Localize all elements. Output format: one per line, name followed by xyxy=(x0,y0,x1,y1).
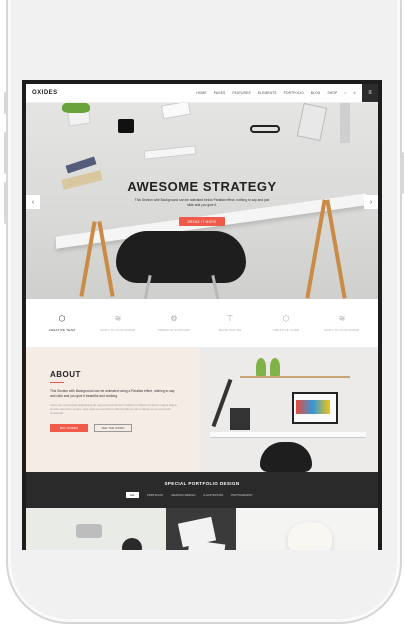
about-body-text: Anam est, consectetur adipisicing elit, … xyxy=(50,403,178,416)
desk-leg xyxy=(305,199,327,299)
top-nav: OXIDES HOME PAGES FEATURES ELEMENTS PORT… xyxy=(26,84,378,103)
shelf-image xyxy=(240,376,350,378)
buy-button[interactable]: BUY OXIDES xyxy=(50,423,88,432)
brush-icon: ⊤ xyxy=(226,314,234,323)
filter-illustration[interactable]: ILLUSTRATION xyxy=(203,493,223,497)
feature-item[interactable]: ≋ EASY TO CUSTOMIZE xyxy=(316,314,368,332)
about-buttons: BUY OXIDES SEE THE WORK xyxy=(50,423,200,432)
business-card-image xyxy=(186,539,226,550)
hero-slider: AWESOME STRATEGY This Section with Backg… xyxy=(26,103,378,299)
hero-cta-button[interactable]: BREAK IT MORE xyxy=(179,217,225,226)
about-lead-text: This Section with Background can be anim… xyxy=(50,389,175,398)
stack-icon: ≋ xyxy=(338,314,346,323)
monitor-screen-image xyxy=(296,400,330,414)
website: OXIDES HOME PAGES FEATURES ELEMENTS PORT… xyxy=(26,84,378,550)
menu-item-pages[interactable]: PAGES xyxy=(214,91,226,95)
chair-image xyxy=(116,231,246,283)
tin-image xyxy=(76,524,102,538)
glasses-image xyxy=(250,125,280,133)
feature-label: EASY TO CUSTOMIZE xyxy=(324,328,360,332)
desk-leg xyxy=(325,199,347,299)
feature-label: EASY TO CUSTOMIZE xyxy=(100,328,136,332)
feature-label: MADE ONLINE xyxy=(218,328,242,332)
books-image xyxy=(230,408,250,430)
about-section: ABOUT This Section with Background can b… xyxy=(26,348,378,472)
volume-down-button xyxy=(4,182,7,224)
main-menu: HOME PAGES FEATURES ELEMENTS PORTFOLIO B… xyxy=(196,91,356,95)
feature-label: CREATIVE TEAM xyxy=(48,328,76,332)
hero-subtitle: This Section with Background can be acti… xyxy=(134,198,270,207)
pen-cup-image xyxy=(118,119,134,133)
workspace-photo xyxy=(200,348,378,472)
feature-item[interactable]: ⊤ MADE ONLINE xyxy=(204,314,256,332)
feature-label: PREMIUM SUPPORT xyxy=(157,328,191,332)
desk-image xyxy=(210,432,366,438)
see-work-button[interactable]: SEE THE WORK xyxy=(94,423,132,432)
chair-image xyxy=(260,442,312,472)
gear-icon: ⚙ xyxy=(170,314,178,323)
search-icon[interactable]: ⚲ xyxy=(353,91,356,95)
cart-icon[interactable]: ⌂ xyxy=(344,91,346,95)
feature-item[interactable]: ⬡ CREATIVE CODE xyxy=(260,314,312,332)
menu-item-portfolio[interactable]: PORTFOLIO xyxy=(284,91,304,95)
stamp-image xyxy=(122,538,142,550)
stack-icon: ≋ xyxy=(114,314,122,323)
portfolio-item[interactable] xyxy=(26,508,166,550)
feature-item[interactable]: ≋ EASY TO CUSTOMIZE xyxy=(92,314,144,332)
hero-title: AWESOME STRATEGY xyxy=(127,179,277,194)
menu-item-features[interactable]: FEATURES xyxy=(232,91,250,95)
slider-prev-arrow[interactable]: ‹ xyxy=(26,195,40,209)
about-title: ABOUT xyxy=(50,370,81,379)
menu-item-blog[interactable]: BLOG xyxy=(311,91,321,95)
menu-item-elements[interactable]: ELEMENTS xyxy=(258,91,277,95)
book-image xyxy=(65,156,97,174)
lamp-image xyxy=(288,522,332,550)
portfolio-gallery xyxy=(26,508,378,550)
feature-label: CREATIVE CODE xyxy=(272,328,300,332)
portfolio-header: SPECIAL PORTFOLIO DESIGN ALL PORTFOLIO G… xyxy=(26,472,378,508)
plant-image xyxy=(256,358,266,376)
portfolio-item[interactable] xyxy=(166,508,236,550)
menu-item-shop[interactable]: SHOP xyxy=(327,91,337,95)
features-row: ⬡ CREATIVE TEAM ≋ EASY TO CUSTOMIZE ⚙ PR… xyxy=(26,299,378,348)
filter-photography[interactable]: PHOTOGRAPHY xyxy=(231,493,253,497)
menu-item-home[interactable]: HOME xyxy=(196,91,206,95)
logo[interactable]: OXIDES xyxy=(26,90,58,96)
title-underline xyxy=(50,382,64,383)
hexagon-icon: ⬡ xyxy=(58,314,66,323)
filter-graphic-design[interactable]: GRAPHIC DESIGN xyxy=(171,493,195,497)
paper-image xyxy=(160,103,192,120)
feature-item[interactable]: ⬡ CREATIVE TEAM xyxy=(36,314,88,332)
portfolio-title: SPECIAL PORTFOLIO DESIGN xyxy=(164,481,240,486)
plant-image xyxy=(270,358,280,376)
keyboard-image xyxy=(143,145,197,160)
mute-switch xyxy=(4,92,7,114)
volume-up-button xyxy=(4,132,7,174)
hamburger-menu-button[interactable]: ≡ xyxy=(362,84,378,102)
filter-all[interactable]: ALL xyxy=(126,492,139,498)
books-stack-image xyxy=(296,103,328,142)
phone-screen: OXIDES HOME PAGES FEATURES ELEMENTS PORT… xyxy=(22,80,382,550)
feature-item[interactable]: ⚙ PREMIUM SUPPORT xyxy=(148,314,200,332)
books-image xyxy=(340,103,350,143)
slider-next-arrow[interactable]: › xyxy=(364,195,378,209)
hexagon-icon: ⬡ xyxy=(282,314,290,323)
portfolio-filters: ALL PORTFOLIO GRAPHIC DESIGN ILLUSTRATIO… xyxy=(126,492,253,498)
plant-leaves-image xyxy=(62,103,90,113)
filter-portfolio[interactable]: PORTFOLIO xyxy=(147,493,163,497)
about-text-panel: ABOUT This Section with Background can b… xyxy=(26,348,200,472)
portfolio-item[interactable] xyxy=(236,508,378,550)
